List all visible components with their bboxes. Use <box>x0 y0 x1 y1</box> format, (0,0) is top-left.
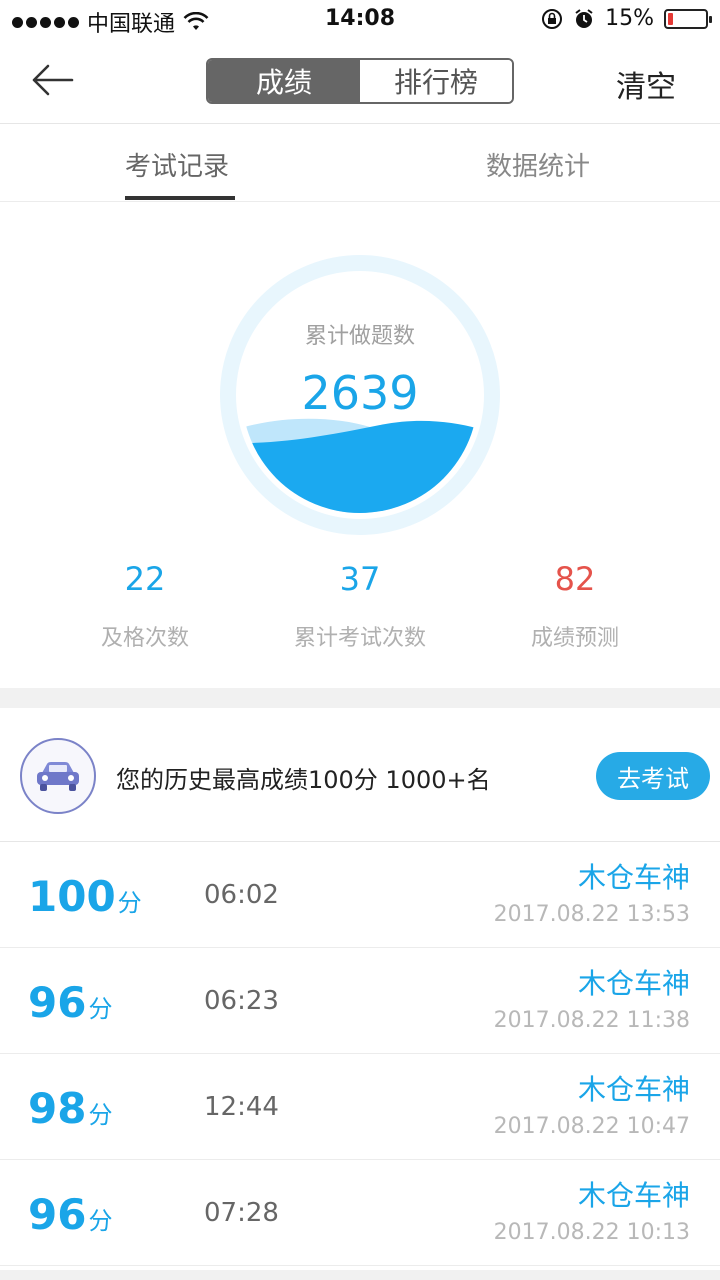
score-unit: 分 <box>88 995 113 1023</box>
record-user: 木仓车神 <box>577 1179 690 1212</box>
rotation-lock-icon <box>542 8 563 29</box>
stat-value: 37 <box>339 560 381 598</box>
stat-value: 82 <box>554 560 596 598</box>
battery-percent: 15% <box>605 6 654 31</box>
record-row[interactable]: 96分 07:28 木仓车神 2017.08.22 10:13 <box>0 1160 720 1266</box>
car-icon <box>37 762 79 791</box>
score-value: 96 <box>28 978 87 1027</box>
score-unit: 分 <box>88 1101 113 1129</box>
segment-ranking[interactable]: 排行榜 <box>360 60 512 102</box>
bottom-divider <box>0 1270 720 1280</box>
section-divider <box>0 688 720 708</box>
record-duration: 06:02 <box>204 880 279 910</box>
record-date: 2017.08.22 10:13 <box>493 1220 690 1245</box>
segmented-control: 成绩 排行榜 <box>206 58 514 104</box>
record-duration: 06:23 <box>204 986 279 1016</box>
battery-fill <box>668 12 673 25</box>
tab-data-statistics[interactable]: 数据统计 <box>486 146 590 183</box>
record-score: 100分 <box>28 872 142 921</box>
record-duration: 07:28 <box>204 1198 279 1228</box>
tab-bar: 考试记录 数据统计 <box>0 124 720 202</box>
record-user: 木仓车神 <box>577 861 690 894</box>
record-user: 木仓车神 <box>577 967 690 1000</box>
record-user: 木仓车神 <box>577 1073 690 1106</box>
status-bar: 中国联通 14:08 15% <box>0 0 720 40</box>
arrow-left-icon[interactable] <box>28 60 76 100</box>
clear-button[interactable]: 清空 <box>616 62 676 106</box>
score-value: 100 <box>28 872 116 921</box>
stat-label: 成绩预测 <box>530 626 619 651</box>
record-date: 2017.08.22 13:53 <box>493 902 690 927</box>
total-questions-value: 2639 <box>301 366 419 420</box>
alarm-icon <box>575 8 593 28</box>
total-questions-label: 累计做题数 <box>304 324 415 349</box>
segment-scores[interactable]: 成绩 <box>208 60 360 102</box>
stat-score-prediction: 82 成绩预测 <box>455 560 695 652</box>
active-tab-indicator <box>125 196 235 200</box>
best-score-text: 您的历史最高成绩100分 1000+名 <box>116 766 491 794</box>
status-right: 15% <box>541 6 712 31</box>
stat-exam-count: 37 累计考试次数 <box>240 560 480 652</box>
record-score: 96分 <box>28 978 112 1027</box>
stat-pass-count: 22 及格次数 <box>25 560 265 652</box>
battery-icon <box>664 8 712 29</box>
score-unit: 分 <box>117 889 142 917</box>
record-row[interactable]: 100分 06:02 木仓车神 2017.08.22 13:53 <box>0 842 720 948</box>
score-value: 96 <box>28 1190 87 1239</box>
take-exam-button[interactable]: 去考试 <box>596 752 710 800</box>
tab-exam-records[interactable]: 考试记录 <box>125 146 229 183</box>
avatar <box>20 738 96 814</box>
stat-label: 累计考试次数 <box>293 626 426 651</box>
record-score: 98分 <box>28 1084 112 1133</box>
score-unit: 分 <box>88 1207 113 1235</box>
stat-value: 22 <box>124 560 166 598</box>
navigation-bar: 成绩 排行榜 清空 <box>0 40 720 124</box>
best-score-row: 您的历史最高成绩100分 1000+名 去考试 <box>0 708 720 842</box>
record-score: 96分 <box>28 1190 112 1239</box>
stats-row: 22 及格次数 37 累计考试次数 82 成绩预测 <box>0 560 720 660</box>
record-row[interactable]: 96分 06:23 木仓车神 2017.08.22 11:38 <box>0 948 720 1054</box>
record-duration: 12:44 <box>204 1092 279 1122</box>
record-date: 2017.08.22 11:38 <box>493 1008 690 1033</box>
record-date: 2017.08.22 10:47 <box>493 1114 690 1139</box>
score-value: 98 <box>28 1084 87 1133</box>
stat-label: 及格次数 <box>100 626 189 651</box>
record-row[interactable]: 98分 12:44 木仓车神 2017.08.22 10:47 <box>0 1054 720 1160</box>
